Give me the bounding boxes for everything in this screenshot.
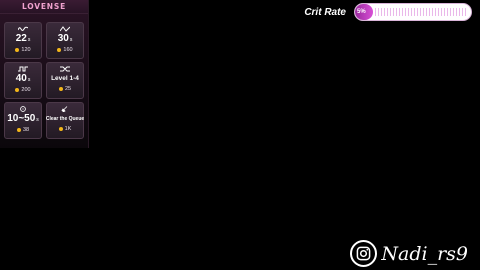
- tile-price: 200: [15, 87, 31, 93]
- tip-tile-zigzag[interactable]: 30s 160: [46, 22, 84, 59]
- tip-tile-random-level[interactable]: Level 1-4 25: [46, 62, 84, 99]
- tip-tile-clear-queue[interactable]: Clear the Queue 1K: [46, 102, 84, 139]
- pulse-icon: [17, 66, 29, 72]
- crit-rate-percent: 5%: [357, 9, 366, 15]
- coin-icon: [58, 87, 63, 91]
- instagram-watermark: Nadi_rs9: [350, 240, 468, 267]
- tile-value: 22s: [15, 33, 31, 44]
- coin-icon: [16, 128, 21, 132]
- tile-value: 10~50s: [7, 113, 39, 124]
- crit-rate-ticks: [375, 8, 467, 16]
- coin-icon: [15, 88, 20, 92]
- shuffle-icon: [59, 66, 71, 72]
- zigzag-icon: [59, 26, 71, 32]
- broom-icon: [59, 106, 71, 112]
- coin-icon: [58, 127, 63, 131]
- coin-icon: [15, 48, 20, 52]
- tile-price: 25: [58, 86, 71, 92]
- tip-menu-grid: 22s 120 30s 160 40s 200 Level 1-4 25 10~…: [4, 22, 84, 139]
- tile-value: 40s: [15, 73, 31, 84]
- tile-price: 1K: [58, 126, 71, 132]
- crit-rate-label: Crit Rate: [304, 6, 346, 18]
- tip-tile-wave[interactable]: 22s 120: [4, 22, 42, 59]
- tile-value: Level 1-4: [51, 75, 79, 82]
- tip-tile-pulse[interactable]: 40s 200: [4, 62, 42, 99]
- tile-value: 30s: [57, 33, 73, 44]
- crit-rate-widget: Crit Rate 5%: [304, 3, 472, 21]
- lovense-panel: LOVENSE 22s 120 30s 160 40s 200 Level 1-…: [0, 0, 89, 148]
- tip-tile-random-time[interactable]: 10~50s 38: [4, 102, 42, 139]
- coin-icon: [57, 48, 62, 52]
- tile-price: 120: [15, 47, 31, 53]
- tile-price: 160: [57, 47, 73, 53]
- crit-rate-bar: 5%: [354, 3, 472, 21]
- wave-icon: [17, 26, 29, 32]
- dice-icon: [17, 106, 29, 112]
- tile-value: Clear the Queue: [45, 116, 85, 122]
- instagram-icon: [350, 240, 378, 267]
- tile-price: 38: [16, 127, 29, 133]
- instagram-handle: Nadi_rs9: [381, 242, 468, 265]
- lovense-logo: LOVENSE: [0, 0, 88, 14]
